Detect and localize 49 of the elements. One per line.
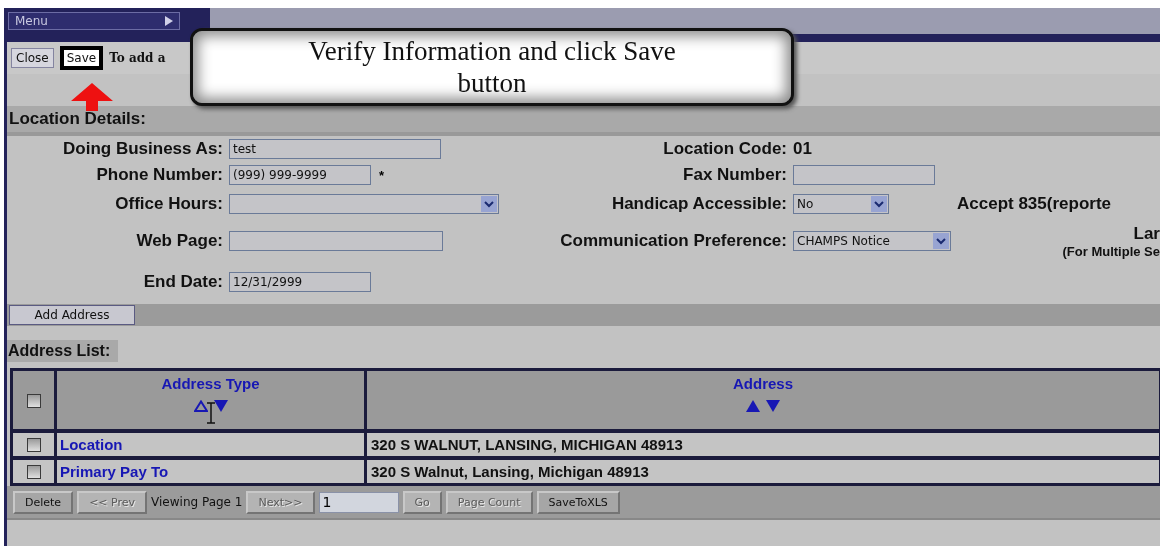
field-label: Office Hours: <box>114 194 224 214</box>
checkbox[interactable] <box>26 465 41 480</box>
hint-text: To add a <box>109 51 166 65</box>
section-title: Address List: <box>7 340 119 362</box>
pager-button[interactable]: SaveToXLS <box>536 490 620 514</box>
sort-up-icon[interactable] <box>746 400 760 412</box>
column-header[interactable]: Address <box>367 371 1159 429</box>
callout: Verify Information and click Save button <box>190 28 794 106</box>
field-label: Fax Number: <box>682 165 788 185</box>
dropdown[interactable]: No <box>793 194 889 214</box>
column-header[interactable]: Address Type <box>57 371 367 429</box>
field-label: Phone Number: <box>95 165 224 185</box>
field-label: End Date: <box>142 272 224 292</box>
section-title: Location Details: <box>8 109 146 129</box>
checkbox[interactable] <box>26 393 41 408</box>
text-field[interactable]: (999) 999-9999 <box>229 165 371 185</box>
chevron-down-icon <box>933 233 949 249</box>
page-number-field[interactable]: 1 <box>318 491 399 513</box>
page-status-text: Viewing Page 1 <box>151 495 243 509</box>
pointer-arrow <box>71 83 113 111</box>
checkbox[interactable] <box>26 438 41 453</box>
chevron-down-icon <box>871 196 887 212</box>
text-field[interactable]: test <box>229 139 441 159</box>
toolbar-button[interactable]: Close <box>11 48 54 68</box>
field-value: 01 <box>793 139 812 159</box>
dropdown[interactable]: CHAMPS Notice <box>793 231 951 251</box>
field-label: Communication Preference: <box>559 231 788 251</box>
text-field[interactable] <box>793 165 935 185</box>
chevron-down-icon <box>481 196 497 212</box>
field-note: (For Multiple Se <box>1062 243 1160 259</box>
field-label: Lar <box>1133 223 1160 244</box>
toolbar-button[interactable]: Save <box>59 46 104 70</box>
required-mark: * <box>379 167 385 183</box>
text-field[interactable]: 12/31/2999 <box>229 272 371 292</box>
add-address-button[interactable]: Add Address <box>9 305 135 325</box>
field-label: Location Code: <box>662 139 788 159</box>
field-label: Accept 835(reporte <box>957 194 1111 214</box>
field-label: Handicap Accessible: <box>610 194 788 214</box>
caret-right-icon <box>165 16 173 26</box>
text-field[interactable] <box>229 231 443 251</box>
dropdown[interactable] <box>229 194 499 214</box>
sort-down-icon[interactable] <box>766 400 780 412</box>
sort-down-icon[interactable] <box>213 400 228 412</box>
sort-up-icon[interactable] <box>193 400 208 412</box>
text-cursor-icon <box>204 402 217 424</box>
field-label: Doing Business As: <box>62 139 224 159</box>
menu-button[interactable]: Menu <box>8 12 180 30</box>
field-label: Web Page: <box>135 231 224 251</box>
pager-button[interactable]: Delete <box>13 490 74 514</box>
